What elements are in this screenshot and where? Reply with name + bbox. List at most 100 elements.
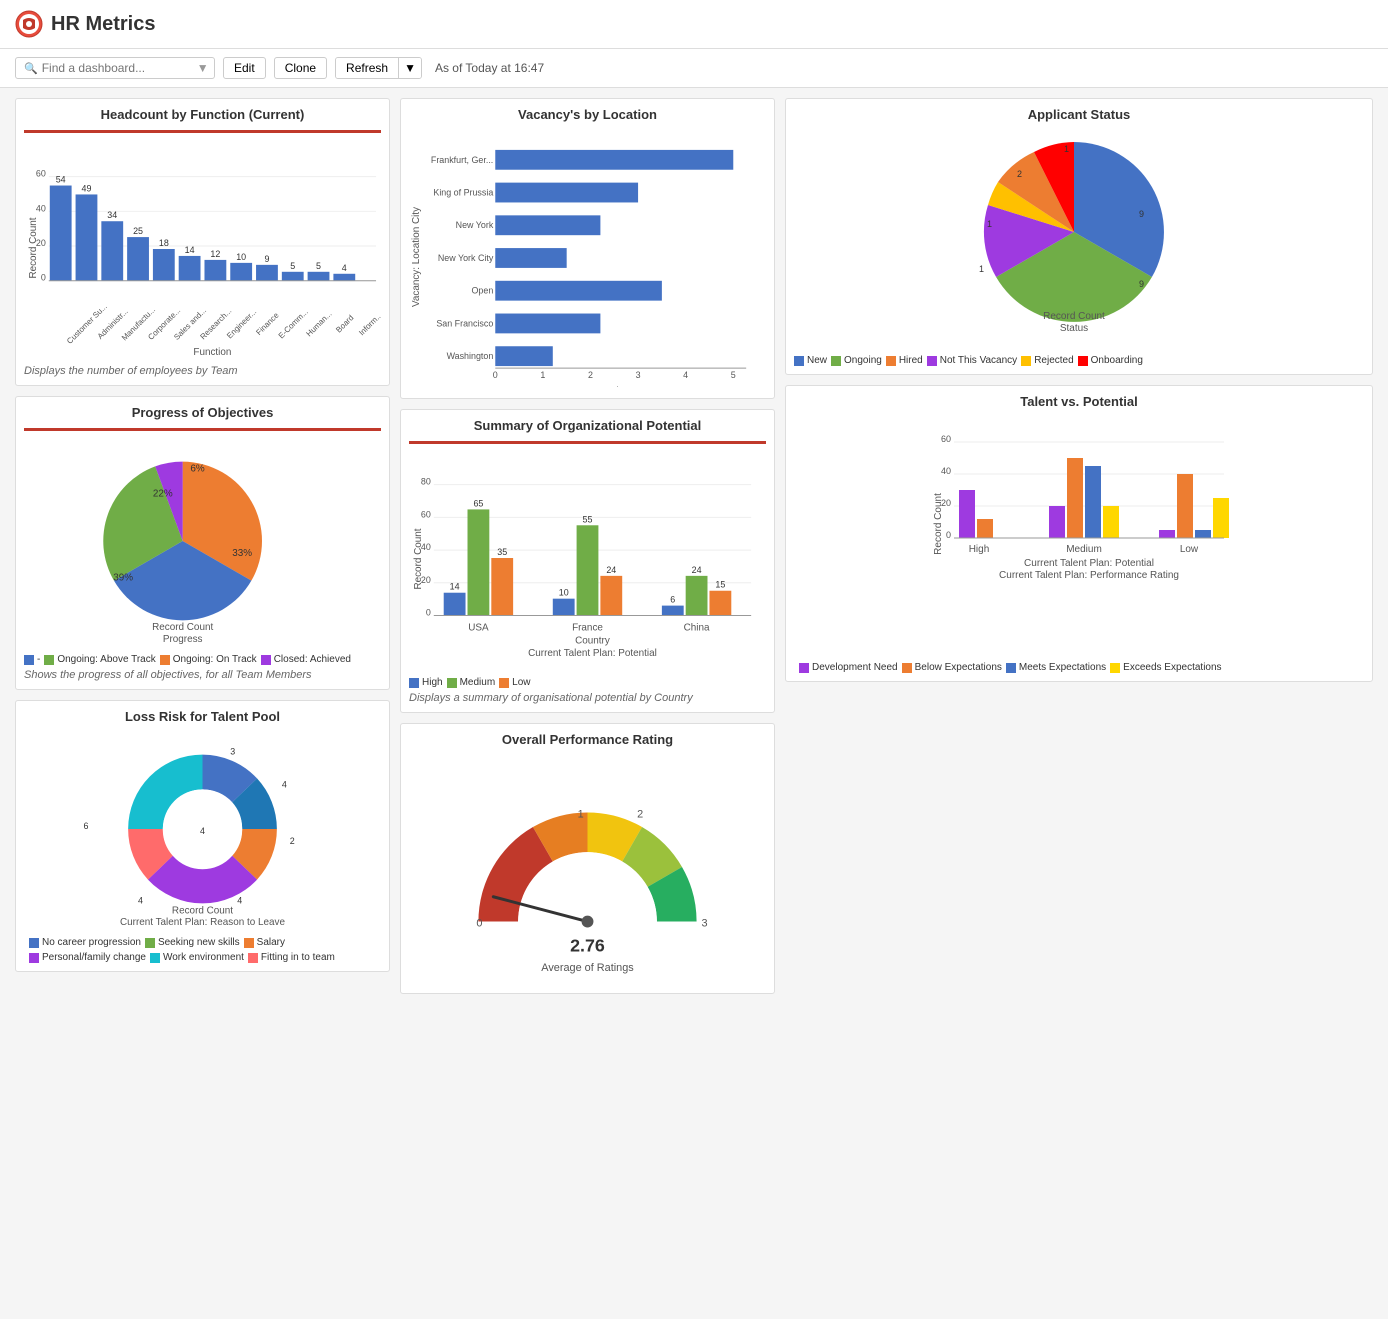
svg-text:6: 6 [670, 595, 675, 605]
clone-button[interactable]: Clone [274, 57, 327, 79]
svg-text:Medium: Medium [1066, 544, 1102, 555]
performance-gauge-chart: 0 1 2 3 2.76 Average of Ratings [409, 752, 766, 982]
svg-text:Current Talent Plan: Potential: Current Talent Plan: Potential [528, 648, 657, 659]
legend-color-seeking [145, 938, 155, 948]
svg-text:Status: Status [1060, 323, 1088, 334]
svg-text:3: 3 [702, 918, 708, 930]
svg-text:Open: Open [471, 286, 493, 296]
loss-risk-legend: No career progression Seeking new skills… [24, 937, 381, 963]
svg-text:Vacancy: Location City: Vacancy: Location City [411, 207, 422, 307]
svg-text:5: 5 [290, 261, 295, 271]
svg-text:Record Count: Record Count [587, 386, 648, 387]
svg-text:2.76: 2.76 [570, 935, 605, 955]
svg-text:Country: Country [575, 635, 610, 646]
legend-item-seeking: Seeking new skills [145, 937, 240, 948]
svg-text:Current Talent Plan: Reason to: Current Talent Plan: Reason to Leave [120, 917, 286, 928]
svg-text:2: 2 [1017, 169, 1022, 179]
legend-item-dash: - [24, 654, 40, 665]
edit-button[interactable]: Edit [223, 57, 266, 79]
svg-text:4: 4 [342, 263, 347, 273]
svg-text:Current Talent Plan: Potential: Current Talent Plan: Potential [1024, 558, 1154, 569]
svg-text:39%: 39% [113, 573, 133, 584]
svg-text:France: France [572, 622, 603, 633]
legend-item-high: High [409, 677, 443, 688]
svg-text:25: 25 [133, 226, 143, 236]
legend-color-achieved [261, 655, 271, 665]
headcount-chart: Record Count 60 40 20 0 54 49 [24, 138, 381, 358]
org-potential-title-bar: Summary of Organizational Potential [409, 418, 766, 444]
search-input[interactable] [42, 61, 197, 75]
svg-text:80: 80 [421, 477, 431, 487]
svg-text:20: 20 [36, 238, 46, 248]
legend-item-not-vacancy: Not This Vacancy [927, 355, 1017, 366]
legend-item-exceeds-exp: Exceeds Expectations [1110, 662, 1221, 673]
svg-text:1: 1 [979, 264, 984, 274]
applicant-status-card: Applicant Status [785, 98, 1373, 375]
svg-text:54: 54 [56, 175, 66, 185]
svg-text:4: 4 [683, 370, 688, 380]
dashboard-search[interactable]: 🔍 ▼ [15, 57, 215, 79]
search-icon: 🔍 [24, 62, 38, 75]
svg-text:2: 2 [637, 808, 643, 820]
svg-text:2: 2 [588, 370, 593, 380]
headcount-card: Headcount by Function (Current) Record C… [15, 98, 390, 386]
dashboard-grid: Headcount by Function (Current) Record C… [0, 88, 1388, 1004]
org-potential-chart: Record Count 80 60 40 20 0 14 65 35 [409, 449, 766, 669]
talent-potential-chart: Record Count 60 40 20 0 [794, 414, 1364, 654]
svg-text:35: 35 [497, 547, 507, 557]
svg-text:0: 0 [41, 273, 46, 283]
legend-item-personal: Personal/family change [29, 952, 146, 963]
legend-item-meets-exp: Meets Expectations [1006, 662, 1106, 673]
svg-text:65: 65 [473, 498, 483, 508]
svg-text:4: 4 [200, 826, 205, 836]
headcount-title: Headcount by Function (Current) [24, 107, 381, 133]
svg-text:22%: 22% [153, 488, 173, 499]
legend-item-below-exp: Below Expectations [902, 662, 1002, 673]
svg-text:2: 2 [290, 836, 295, 846]
refresh-button[interactable]: Refresh [336, 58, 398, 78]
svg-text:Low: Low [1180, 544, 1199, 555]
svg-text:6%: 6% [190, 464, 205, 475]
svg-text:Current Talent Plan: Performan: Current Talent Plan: Performance Rating [999, 570, 1179, 581]
progress-subtitle: Shows the progress of all objectives, fo… [24, 669, 381, 681]
svg-text:6: 6 [84, 821, 89, 831]
svg-text:China: China [684, 622, 710, 633]
svg-text:San Francisco: San Francisco [436, 318, 493, 328]
legend-item-low: Low [499, 677, 530, 688]
refresh-dropdown-button[interactable]: ▼ [398, 58, 421, 78]
headcount-subtitle: Displays the number of employees by Team [24, 365, 381, 377]
loss-risk-chart: 3 4 2 4 4 6 4 Record Count Current Talen… [24, 729, 381, 929]
dropdown-arrow-icon[interactable]: ▼ [197, 61, 209, 75]
legend-item-onboarding: Onboarding [1078, 355, 1143, 366]
hr-icon [15, 10, 43, 38]
svg-text:Washington: Washington [447, 351, 494, 361]
svg-text:USA: USA [468, 622, 489, 633]
svg-text:Inform...: Inform... [357, 310, 381, 337]
progress-legend: - Ongoing: Above Track Ongoing: On Track… [24, 654, 381, 665]
legend-color-dash [24, 655, 34, 665]
column-2: Vacancy's by Location Frankfurt, Ger... … [400, 98, 775, 994]
vacancies-card: Vacancy's by Location Frankfurt, Ger... … [400, 98, 775, 399]
svg-text:4: 4 [138, 895, 143, 905]
svg-text:1: 1 [987, 219, 992, 229]
svg-text:12: 12 [210, 249, 220, 259]
svg-text:E-Comm...: E-Comm... [277, 307, 310, 340]
svg-text:60: 60 [421, 509, 431, 519]
svg-text:0: 0 [476, 918, 482, 930]
legend-item-work-env: Work environment [150, 952, 244, 963]
loss-risk-card: Loss Risk for Talent Pool [15, 700, 390, 972]
svg-text:9: 9 [264, 254, 269, 264]
legend-color-personal [29, 953, 39, 963]
svg-text:24: 24 [692, 565, 702, 575]
legend-color-fitting [248, 953, 258, 963]
svg-text:40: 40 [941, 466, 951, 476]
svg-text:60: 60 [36, 169, 46, 179]
svg-text:40: 40 [421, 542, 431, 552]
svg-text:1: 1 [578, 808, 584, 820]
svg-text:Progress: Progress [163, 634, 203, 645]
svg-text:5: 5 [316, 261, 321, 271]
app-header: HR Metrics [0, 0, 1388, 49]
page-title: HR Metrics [51, 13, 155, 36]
svg-text:40: 40 [36, 203, 46, 213]
column-3: Applicant Status [785, 98, 1373, 994]
